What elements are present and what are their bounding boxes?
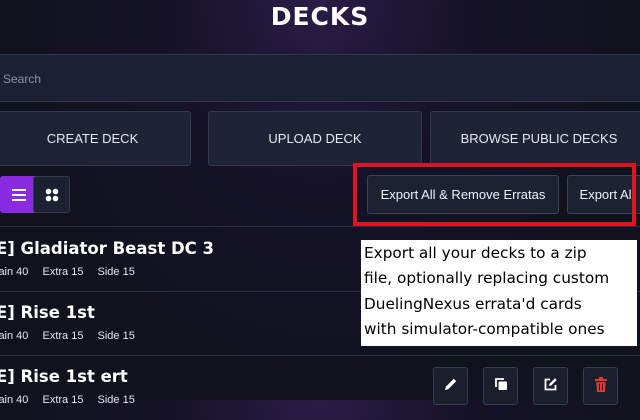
edit-deck-button[interactable] [433, 367, 468, 405]
search-bar [0, 54, 640, 102]
export-highlight-frame [353, 163, 636, 226]
edit-icon [444, 378, 456, 390]
main-count: lain 40 [0, 330, 29, 342]
copy-icon [494, 378, 507, 390]
tooltip-line: Export all your decks to a zip [364, 244, 587, 262]
deck-stats: lain 40 Extra 15 Side 15 [0, 394, 146, 406]
deck-stats: lain 40 Extra 15 Side 15 [0, 266, 146, 278]
list-view-button[interactable] [0, 176, 37, 213]
upload-deck-button[interactable]: UPLOAD DECK [208, 111, 422, 166]
side-count: Side 15 [97, 330, 135, 342]
extra-count: Extra 15 [42, 394, 84, 406]
tooltip-line: file, optionally replacing custom [364, 269, 610, 288]
extra-count: Extra 15 [42, 266, 84, 278]
side-count: Side 15 [97, 394, 135, 406]
grid-view-button[interactable] [33, 176, 70, 213]
create-deck-button[interactable]: CREATE DECK [0, 111, 191, 166]
deck-stats: lain 40 Extra 15 Side 15 [0, 330, 146, 342]
main-count: lain 40 [0, 266, 29, 278]
page-title: DECKS [270, 2, 370, 31]
extra-count: Extra 15 [42, 330, 84, 342]
main-count: lain 40 [0, 394, 29, 406]
side-count: Side 15 [97, 266, 135, 278]
list-divider [0, 226, 640, 227]
deck-name: E] Rise 1st [0, 303, 95, 322]
deck-name: E] Gladiator Beast DC 3 [0, 239, 214, 258]
search-input[interactable] [0, 68, 627, 90]
deck-name: E] Rise 1st ert [0, 367, 128, 386]
tooltip-line: with simulator-compatible ones [364, 319, 605, 338]
grid-icon [45, 188, 58, 201]
export-tooltip: Export all your decks to a zip file, opt… [361, 240, 637, 346]
row-divider [0, 355, 640, 356]
delete-icon [594, 377, 607, 392]
tooltip-line: DuelingNexus errata'd cards [364, 294, 582, 313]
delete-deck-button[interactable] [583, 367, 618, 405]
duplicate-deck-button[interactable] [483, 367, 518, 405]
rename-icon [544, 378, 557, 391]
list-icon [11, 188, 26, 201]
browse-public-decks-button[interactable]: BROWSE PUBLIC DECKS [430, 111, 640, 166]
rename-deck-button[interactable] [533, 367, 568, 405]
